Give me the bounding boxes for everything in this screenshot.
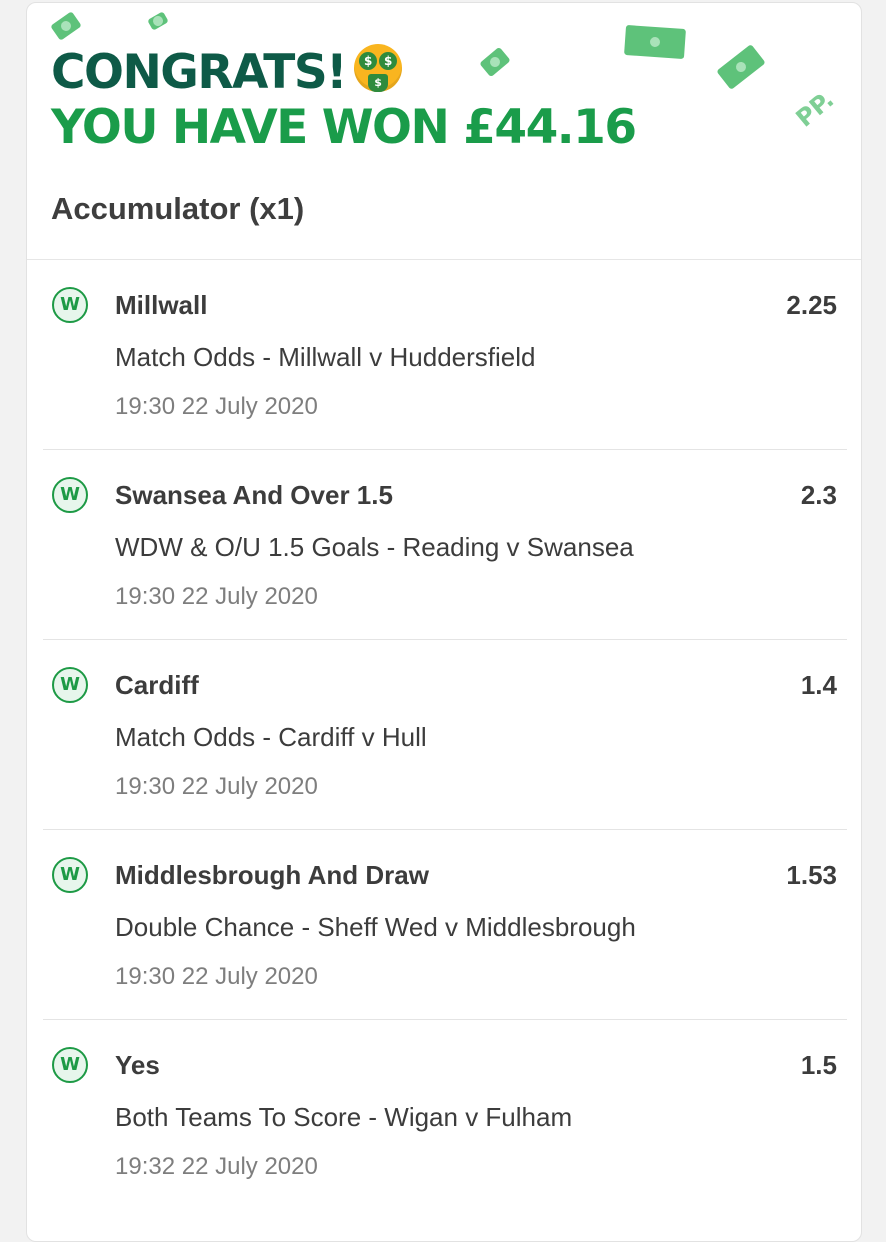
- banknote-icon: [716, 43, 766, 91]
- banknote-icon: [624, 24, 686, 60]
- event-time: 19:32 22 July 2020: [115, 1153, 318, 1180]
- selection-leg: W Millwall 2.25 Match Odds - Millwall v …: [27, 260, 861, 450]
- market-description: Double Chance - Sheff Wed v Middlesbroug…: [115, 912, 636, 942]
- won-badge-icon: W: [52, 857, 88, 893]
- banknote-icon: [147, 11, 169, 31]
- selection-leg: W Middlesbrough And Draw 1.53 Double Cha…: [27, 830, 861, 1020]
- selection-name: Cardiff: [115, 670, 199, 700]
- won-badge-icon: W: [52, 1047, 88, 1083]
- market-description: Match Odds - Cardiff v Hull: [115, 722, 427, 752]
- selection-odds: 1.5: [800, 1050, 837, 1080]
- bet-type-label: Accumulator (x1): [51, 191, 305, 226]
- win-header: PP. CONGRATS! $ $ $ YOU HAVE WON £44.16 Acc…: [27, 3, 861, 259]
- selection-name: Swansea And Over 1.5: [115, 480, 393, 510]
- selection-name: Yes: [115, 1050, 160, 1080]
- money-mouth-emoji-icon: $ $ $: [354, 44, 403, 92]
- won-badge-icon: W: [52, 287, 88, 323]
- event-time: 19:30 22 July 2020: [115, 773, 318, 800]
- selection-odds: 2.3: [800, 480, 837, 510]
- selection-odds: 1.53: [786, 860, 837, 890]
- selection-name: Middlesbrough And Draw: [115, 860, 429, 890]
- won-badge-icon: W: [52, 667, 88, 703]
- market-description: Both Teams To Score - Wigan v Fulham: [115, 1102, 573, 1132]
- event-time: 19:30 22 July 2020: [115, 963, 318, 990]
- selection-list: W Millwall 2.25 Match Odds - Millwall v …: [27, 260, 861, 1210]
- market-description: Match Odds - Millwall v Huddersfield: [115, 342, 536, 372]
- event-time: 19:30 22 July 2020: [115, 393, 318, 420]
- selection-odds: 2.25: [786, 290, 837, 320]
- banknote-icon: [479, 46, 511, 78]
- bet-slip-card: PP. CONGRATS! $ $ $ YOU HAVE WON £44.16 Acc…: [26, 2, 862, 1242]
- selection-leg: W Cardiff 1.4 Match Odds - Cardiff v Hul…: [27, 640, 861, 830]
- selection-leg: W Yes 1.5 Both Teams To Score - Wigan v …: [27, 1020, 861, 1210]
- winnings-amount: YOU HAVE WON £44.16: [51, 100, 637, 155]
- brand-mark: PP.: [790, 85, 840, 133]
- selection-name: Millwall: [115, 290, 208, 320]
- event-time: 19:30 22 July 2020: [115, 583, 318, 610]
- congrats-text: CONGRATS!: [51, 45, 348, 100]
- won-badge-icon: W: [52, 477, 88, 513]
- market-description: WDW & O/U 1.5 Goals - Reading v Swansea: [115, 532, 634, 562]
- congrats-title: CONGRATS! $ $ $: [51, 43, 403, 103]
- banknote-icon: [50, 11, 82, 41]
- selection-odds: 1.4: [800, 670, 837, 700]
- selection-leg: W Swansea And Over 1.5 2.3 WDW & O/U 1.5…: [27, 450, 861, 640]
